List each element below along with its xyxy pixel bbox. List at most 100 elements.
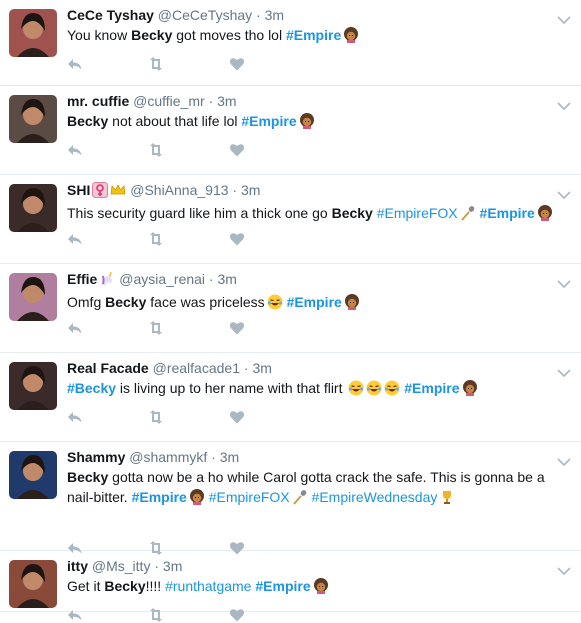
afro-woman-emoji — [537, 205, 553, 226]
retweet-icon[interactable] — [147, 320, 165, 336]
separator-dot: · — [204, 93, 218, 109]
user-handle[interactable]: @realfacade1 — [153, 360, 240, 376]
user-handle[interactable]: @ShiAnna_913 — [130, 182, 228, 198]
tweet[interactable]: SHI @ShiAnna_913 · 3m This security guard… — [0, 175, 581, 264]
tweet-content: SHI @ShiAnna_913 · 3m This security guard… — [67, 181, 553, 246]
hashtag-link[interactable]: #EmpireWednesday — [312, 489, 438, 505]
user-handle[interactable]: @Ms_itty — [92, 558, 151, 574]
display-name[interactable]: mr. cuffie — [67, 93, 129, 109]
hashtag-link[interactable]: #Empire — [480, 205, 535, 221]
display-name[interactable]: Real Facade — [67, 360, 149, 376]
hashtag-link[interactable]: #Empire — [287, 294, 342, 310]
timestamp[interactable]: 3m — [163, 558, 182, 574]
retweet-icon[interactable] — [147, 231, 165, 247]
hashtag-link[interactable]: #runthatgame — [165, 578, 251, 594]
chevron-down-icon[interactable] — [557, 12, 571, 25]
text-segment: is living up to her name with that flirt — [116, 380, 347, 396]
crown-emoji — [110, 182, 126, 202]
avatar[interactable] — [9, 451, 57, 499]
timestamp[interactable]: 3m — [265, 7, 284, 23]
avatar[interactable] — [9, 95, 57, 143]
tweet[interactable]: Shammy @shammykf · 3m Becky gotta now be … — [0, 442, 581, 555]
chevron-down-icon[interactable] — [557, 454, 571, 467]
hashtag-link[interactable]: #Empire — [241, 113, 296, 129]
separator-dot: · — [252, 7, 265, 23]
tweet-content: Shammy @shammykf · 3m Becky gotta now be … — [67, 448, 553, 555]
tweet-text: #Becky is living up to her name with tha… — [67, 378, 553, 401]
tweet-text: This security guard like him a thick one… — [67, 203, 553, 226]
user-handle[interactable]: @CeCeTyshay — [158, 7, 252, 23]
tweet-actions — [67, 142, 245, 158]
reply-icon[interactable] — [67, 409, 83, 425]
hashtag-link[interactable]: #Becky — [67, 380, 116, 396]
display-name[interactable]: CeCe Tyshay — [67, 7, 154, 23]
tweet[interactable]: CeCe Tyshay @CeCeTyshay · 3m You know Bec… — [0, 0, 581, 86]
like-icon[interactable] — [229, 56, 245, 72]
retweet-icon[interactable] — [147, 607, 165, 623]
display-name[interactable]: itty — [67, 558, 88, 574]
user-handle[interactable]: @aysia_renai — [119, 271, 205, 287]
tweet-content: CeCe Tyshay @CeCeTyshay · 3m You know Bec… — [67, 6, 553, 71]
venus-sign-emoji — [92, 182, 109, 202]
retweet-icon[interactable] — [147, 409, 165, 425]
trophy-emoji — [439, 489, 455, 510]
tweet-actions — [67, 56, 245, 72]
like-icon[interactable] — [229, 320, 245, 336]
tweet[interactable]: Effie @aysia_renai · 3m Omfg Becky face w… — [0, 264, 581, 353]
retweet-icon[interactable] — [147, 142, 165, 158]
tweet-header: SHI @ShiAnna_913 · 3m — [67, 181, 553, 202]
text-segment: This security guard like him a thick one… — [67, 205, 332, 221]
hashtag-link[interactable]: #Empire — [286, 27, 341, 43]
reply-icon[interactable] — [67, 56, 83, 72]
afro-woman-emoji — [313, 578, 329, 599]
avatar[interactable] — [9, 560, 57, 608]
like-icon[interactable] — [229, 607, 245, 623]
hashtag-link[interactable]: #Empire — [404, 380, 459, 396]
display-name[interactable]: Effie — [67, 271, 97, 287]
reply-icon[interactable] — [67, 607, 83, 623]
display-name[interactable]: Shammy — [67, 449, 125, 465]
avatar[interactable] — [9, 362, 57, 410]
chevron-down-icon[interactable] — [557, 276, 571, 289]
separator-dot: · — [228, 182, 241, 198]
user-handle[interactable]: @shammykf — [129, 449, 207, 465]
timestamp[interactable]: 3m — [241, 182, 260, 198]
tweet[interactable]: Real Facade @realfacade1 · 3m #Becky is l… — [0, 353, 581, 442]
tweet-text: You know Becky got moves tho lol #Empire — [67, 25, 553, 48]
hashtag-link[interactable]: #Empire — [132, 489, 187, 505]
reply-icon[interactable] — [67, 320, 83, 336]
like-icon[interactable] — [229, 409, 245, 425]
display-name[interactable]: SHI — [67, 182, 90, 198]
like-icon[interactable] — [229, 231, 245, 247]
chevron-down-icon[interactable] — [557, 98, 571, 111]
text-segment: got moves tho lol — [172, 27, 286, 43]
afro-woman-emoji — [343, 27, 359, 48]
tweet[interactable]: itty @Ms_itty · 3m Get it Becky!!!! #runt… — [0, 551, 581, 622]
timestamp[interactable]: 3m — [220, 449, 239, 465]
tweet-text: Omfg Becky face was priceless #Empire — [67, 292, 553, 315]
avatar[interactable] — [9, 273, 57, 321]
reply-icon[interactable] — [67, 231, 83, 247]
highlighted-keyword: Becky — [331, 205, 373, 221]
retweet-icon[interactable] — [147, 56, 165, 72]
avatar[interactable] — [9, 184, 57, 232]
chevron-down-icon[interactable] — [557, 563, 571, 576]
tweet-content: itty @Ms_itty · 3m Get it Becky!!!! #runt… — [67, 557, 553, 622]
chevron-down-icon[interactable] — [557, 187, 571, 200]
tweet-header: Real Facade @realfacade1 · 3m — [67, 359, 553, 377]
user-handle[interactable]: @cuffie_mr — [133, 93, 205, 109]
timestamp[interactable]: 3m — [252, 360, 271, 376]
timestamp[interactable]: 3m — [217, 93, 236, 109]
avatar[interactable] — [9, 9, 57, 57]
hashtag-link[interactable]: #EmpireFOX — [209, 489, 290, 505]
timestamp[interactable]: 3m — [218, 271, 237, 287]
hashtag-link[interactable]: #EmpireFOX — [377, 205, 458, 221]
like-icon[interactable] — [229, 142, 245, 158]
reply-icon[interactable] — [67, 142, 83, 158]
separator-dot: · — [207, 449, 220, 465]
tweet-feed: CeCe Tyshay @CeCeTyshay · 3m You know Bec… — [0, 0, 581, 622]
tweet[interactable]: mr. cuffie @cuffie_mr · 3m Becky not abou… — [0, 86, 581, 175]
hashtag-link[interactable]: #Empire — [255, 578, 310, 594]
separator-dot: · — [205, 271, 218, 287]
chevron-down-icon[interactable] — [557, 365, 571, 378]
